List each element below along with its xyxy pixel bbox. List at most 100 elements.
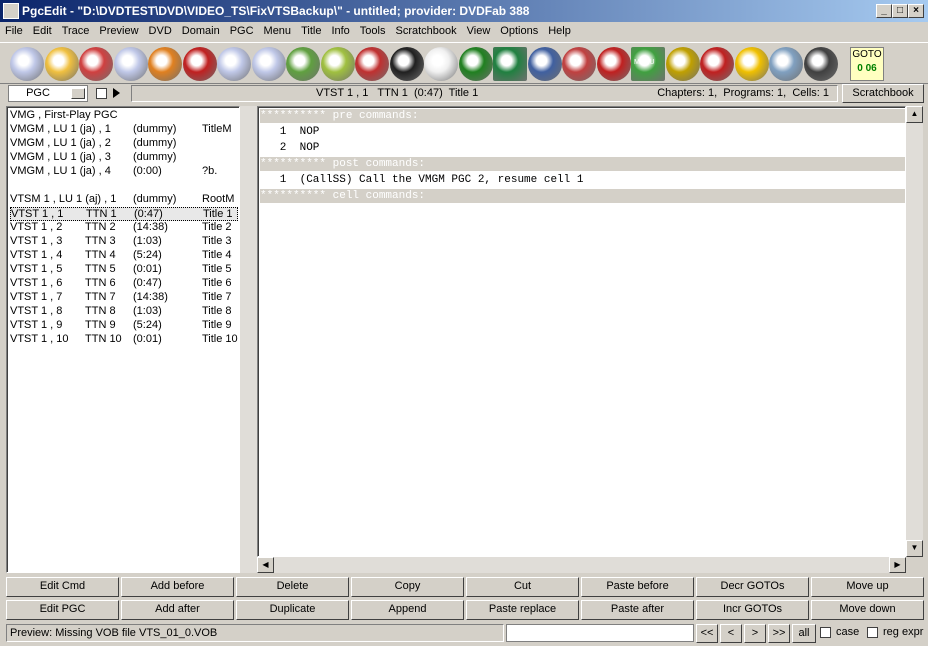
remove-icon[interactable] xyxy=(596,47,631,81)
scroll-left-icon[interactable]: ◀ xyxy=(257,557,274,573)
command-line[interactable]: 2 NOP xyxy=(260,141,905,155)
delete-button[interactable]: Delete xyxy=(236,577,349,597)
menu-preview[interactable]: Preview xyxy=(94,23,143,39)
nav-next-button[interactable]: > xyxy=(744,624,766,643)
regex-checkbox[interactable] xyxy=(867,627,878,638)
scratchbook-button[interactable]: Scratchbook xyxy=(842,84,924,103)
pgc-list-item[interactable]: VTST 1 , 6 TTN 6 (0:47) Title 6 xyxy=(10,277,238,291)
menu-edit[interactable]: Edit xyxy=(28,23,57,39)
export-icon[interactable] xyxy=(320,47,355,81)
menu-scratchbook[interactable]: Scratchbook xyxy=(390,23,461,39)
eye-icon[interactable] xyxy=(769,47,803,81)
pgc-list-item[interactable]: VMGM , LU 1 (ja) , 3 (dummy) xyxy=(10,151,238,165)
menu-menu[interactable]: Menu xyxy=(259,23,297,39)
paste-after-button[interactable]: Paste after xyxy=(581,600,694,620)
pgc-list[interactable]: VMG , First-Play PGC VMGM , LU 1 (ja) , 1… xyxy=(6,106,240,573)
move-down-button[interactable]: Move down xyxy=(811,600,924,620)
pgc-list-item[interactable]: VTST 1 , 1 TTN 1 (0:47) Title 1 xyxy=(10,207,238,221)
chevron-down-icon[interactable] xyxy=(71,88,85,99)
menu-icon[interactable]: MENU xyxy=(631,47,665,81)
globe-icon[interactable] xyxy=(458,47,493,81)
new-dvd-icon[interactable] xyxy=(113,47,148,81)
scroll-right-icon[interactable]: ▶ xyxy=(889,557,906,573)
pgc-list-item[interactable]: VTST 1 , 8 TTN 8 (1:03) Title 8 xyxy=(10,305,238,319)
append-button[interactable]: Append xyxy=(351,600,464,620)
editor-vertical-scrollbar[interactable]: ▲ ▼ xyxy=(906,106,923,557)
edit-pgc-button[interactable]: Edit PGC xyxy=(6,600,119,620)
close-button[interactable]: × xyxy=(908,4,924,18)
nav-first-button[interactable]: << xyxy=(696,624,718,643)
menu-view[interactable]: View xyxy=(462,23,496,39)
menu-domain[interactable]: Domain xyxy=(177,23,225,39)
add-before-button[interactable]: Add before xyxy=(121,577,234,597)
pgc-list-item[interactable]: VTSM 1 , LU 1 (aj) , 1 (dummy) RootM xyxy=(10,193,238,207)
find-all-button[interactable]: all xyxy=(792,624,816,643)
pgc-list-item[interactable]: VMG , First-Play PGC xyxy=(10,109,238,123)
menu-trace[interactable]: Trace xyxy=(57,23,95,39)
pgc-list-item[interactable]: VTST 1 , 7 TTN 7 (14:38) Title 7 xyxy=(10,291,238,305)
menu-file[interactable]: File xyxy=(0,23,28,39)
pgc-list-scrollbar[interactable] xyxy=(240,106,257,573)
menu-options[interactable]: Options xyxy=(495,23,543,39)
pgc-list-item[interactable]: VTST 1 , 2 TTN 2 (14:38) Title 2 xyxy=(10,221,238,235)
navigation-icon[interactable] xyxy=(803,47,838,81)
pgc-list-item[interactable]: VMGM , LU 1 (ja) , 2 (dummy) xyxy=(10,137,238,151)
nav-prev-button[interactable]: < xyxy=(720,624,742,643)
list-icon[interactable] xyxy=(562,47,596,81)
search-icon[interactable] xyxy=(182,47,217,81)
pgc-list-item[interactable]: VTST 1 , 5 TTN 5 (0:01) Title 5 xyxy=(10,263,238,277)
paste-replace-button[interactable]: Paste replace xyxy=(466,600,579,620)
disc-edit-icon[interactable] xyxy=(251,47,286,81)
decr-gotos-button[interactable]: Decr GOTOs xyxy=(696,577,809,597)
menu-dvd[interactable]: DVD xyxy=(144,23,177,39)
check-icon[interactable] xyxy=(355,47,389,81)
sequence-icon[interactable] xyxy=(700,47,734,81)
incr-gotos-button[interactable]: Incr GOTOs xyxy=(696,600,809,620)
case-checkbox[interactable] xyxy=(820,627,831,638)
pgc-list-item[interactable]: VTST 1 , 3 TTN 3 (1:03) Title 3 xyxy=(10,235,238,249)
play-icon[interactable] xyxy=(113,88,120,98)
add-after-button[interactable]: Add after xyxy=(121,600,234,620)
maximize-button[interactable]: □ xyxy=(892,4,908,18)
document-icon[interactable] xyxy=(424,47,458,81)
edit-cmd-button[interactable]: Edit Cmd xyxy=(6,577,119,597)
menu-tools[interactable]: Tools xyxy=(355,23,391,39)
scroll-up-icon[interactable]: ▲ xyxy=(906,106,923,123)
open-dvd-icon[interactable] xyxy=(10,47,44,81)
duplicate-button[interactable]: Duplicate xyxy=(236,600,349,620)
pgc-list-item[interactable]: VTST 1 , 9 TTN 9 (5:24) Title 9 xyxy=(10,319,238,333)
command-line[interactable]: 1 NOP xyxy=(260,125,905,139)
pgc-list-item[interactable]: VTST 1 , 10 TTN 10 (0:01) Title 10 xyxy=(10,333,238,347)
goto-display[interactable]: GOTO 0 06 xyxy=(850,47,884,81)
open-folder-icon[interactable] xyxy=(44,47,79,81)
domain-select[interactable]: PGC xyxy=(8,85,88,102)
ic-icon[interactable] xyxy=(389,47,424,81)
nav-last-button[interactable]: >> xyxy=(768,624,790,643)
minimize-button[interactable]: _ xyxy=(876,4,892,18)
menu-info[interactable]: Info xyxy=(326,23,354,39)
menu-help[interactable]: Help xyxy=(543,23,576,39)
tcl-icon[interactable] xyxy=(734,47,769,81)
scroll-down-icon[interactable]: ▼ xyxy=(906,540,923,557)
burn-icon[interactable] xyxy=(148,47,182,81)
copy-button[interactable]: Copy xyxy=(351,577,464,597)
menu-title[interactable]: Title xyxy=(296,23,326,39)
move-up-button[interactable]: Move up xyxy=(811,577,924,597)
command-line[interactable]: 1 (CallSS) Call the VMGM PGC 2, resume c… xyxy=(260,173,905,187)
pgc-list-item[interactable]: VTST 1 , 4 TTN 4 (5:24) Title 4 xyxy=(10,249,238,263)
editor-horizontal-scrollbar[interactable]: ◀ ▶ xyxy=(257,557,906,573)
cut-button[interactable]: Cut xyxy=(466,577,579,597)
preview-icon[interactable] xyxy=(493,47,527,81)
menu-pgc[interactable]: PGC xyxy=(225,23,259,39)
paste-before-button[interactable]: Paste before xyxy=(581,577,694,597)
preview-checkbox[interactable] xyxy=(96,88,107,99)
link-icon[interactable] xyxy=(665,47,700,81)
pgc-list-item[interactable]: VMGM , LU 1 (ja) , 4 (0:00) ?b. xyxy=(10,165,238,179)
pgc-list-item[interactable]: VMGM , LU 1 (ja) , 1 (dummy) TitleM xyxy=(10,123,238,137)
copy-disc-icon[interactable] xyxy=(217,47,251,81)
search-input[interactable] xyxy=(506,624,694,642)
command-editor[interactable]: ********** pre commands: 1 NOP 2 NOP ****… xyxy=(257,106,906,557)
reload-icon[interactable] xyxy=(79,47,113,81)
trace-icon[interactable] xyxy=(527,47,562,81)
pgc-list-item[interactable] xyxy=(10,179,238,193)
